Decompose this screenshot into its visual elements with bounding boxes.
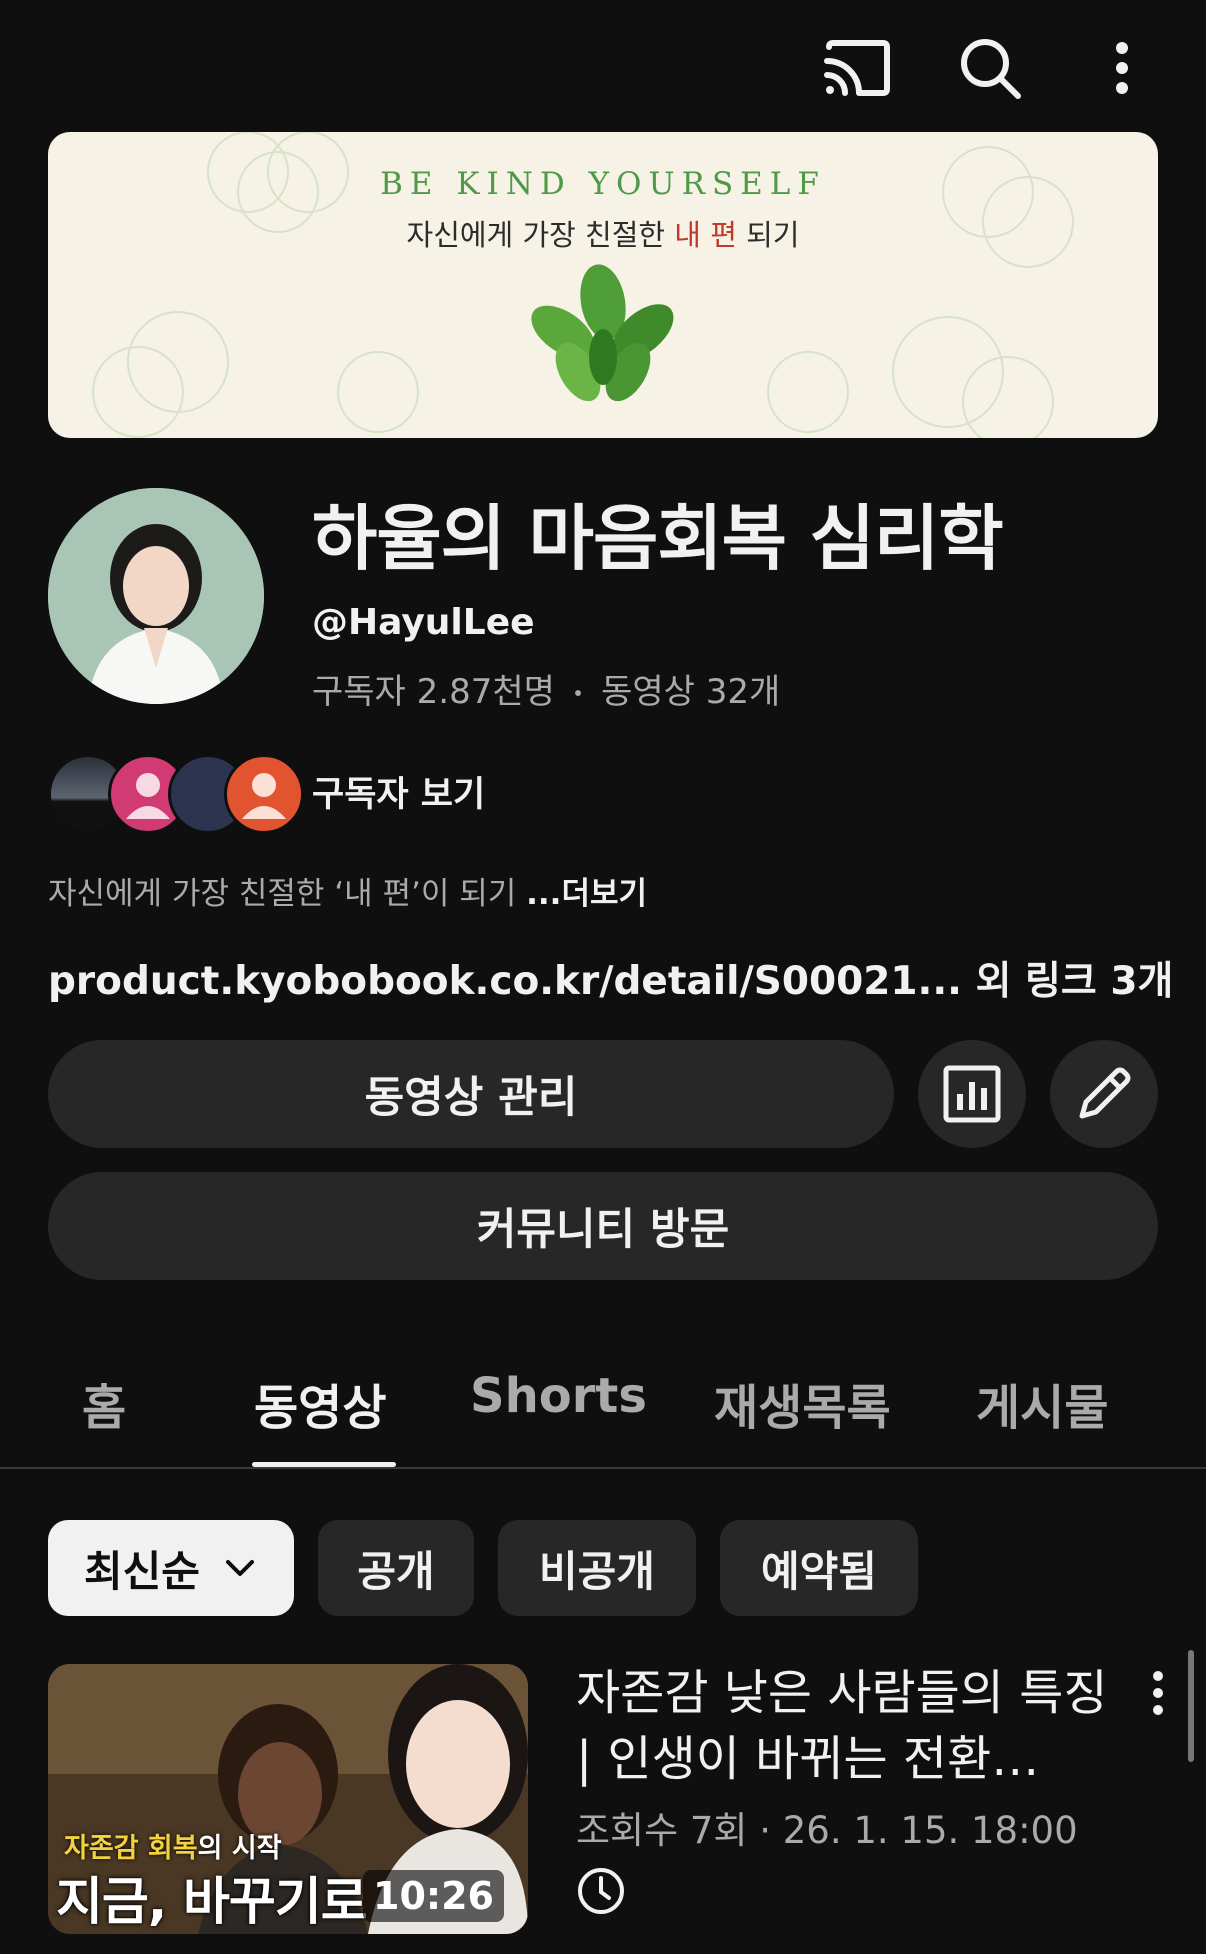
active-tab-indicator (252, 1462, 396, 1467)
banner-title: BE KIND YOURSELF (380, 166, 826, 202)
chip-public[interactable]: 공개 (318, 1520, 474, 1616)
pencil-icon (1079, 1067, 1131, 1119)
tab-divider (0, 1467, 1206, 1469)
tab-videos[interactable]: 동영상 (254, 1368, 386, 1438)
video-meta: 조회수 7회 · 26. 1. 15. 18:00 (576, 1809, 1078, 1852)
view-subscribers-link[interactable]: 구독자 보기 (312, 766, 485, 817)
more-link[interactable]: ...더보기 (526, 876, 647, 912)
clock-icon (576, 1866, 626, 1920)
more-vert-icon[interactable] (1084, 30, 1160, 106)
analytics-icon (943, 1065, 1001, 1123)
chip-scheduled[interactable]: 예약됨 (720, 1520, 918, 1616)
subscriber-avatars[interactable] (48, 754, 304, 834)
channel-stats: 구독자 2.87천명 • 동영상 32개 (312, 672, 781, 712)
video-title[interactable]: 자존감 낮은 사람들의 특징 | 인생이 바뀌는 전환… (576, 1660, 1136, 1792)
leaf-image (531, 264, 674, 402)
channel-link[interactable]: product.kyobobook.co.kr/detail/S00021...… (48, 950, 1173, 1006)
channel-name: 하율의 마음회복 심리학 (312, 497, 1004, 580)
tab-home[interactable]: 홈 (82, 1368, 126, 1438)
thumbnail-title: 지금, 바꾸기로 (56, 1873, 368, 1932)
scrollbar[interactable] (1188, 1650, 1194, 1762)
sort-dropdown[interactable]: 최신순 (48, 1520, 294, 1616)
tab-playlists[interactable]: 재생목록 (714, 1368, 891, 1438)
sort-label: 최신순 (84, 1546, 200, 1596)
banner-subtitle: 자신에게 가장 친절한 내 편 되기 (406, 218, 800, 252)
chip-private[interactable]: 비공개 (498, 1520, 696, 1616)
tab-shorts[interactable]: Shorts (470, 1368, 647, 1424)
chevron-down-icon (225, 1560, 254, 1576)
channel-description[interactable]: 자신에게 가장 친절한 ‘내 편’이 되기 ...더보기 (48, 868, 647, 913)
search-icon[interactable] (952, 30, 1028, 106)
tab-posts[interactable]: 게시물 (976, 1368, 1108, 1438)
analytics-button[interactable] (918, 1040, 1026, 1148)
channel-banner: BE KIND YOURSELF 자신에게 가장 친절한 내 편 되기 (48, 132, 1158, 438)
subscriber-avatar (224, 754, 304, 834)
video-more-icon[interactable] (1144, 1668, 1172, 1718)
video-thumbnail[interactable]: 자존감 회복의 시작 지금, 바꾸기로 10:26 (48, 1664, 528, 1934)
channel-avatar[interactable] (48, 488, 264, 704)
edit-channel-button[interactable] (1050, 1040, 1158, 1148)
visit-community-button[interactable]: 커뮤니티 방문 (48, 1172, 1158, 1280)
manage-videos-button[interactable]: 동영상 관리 (48, 1040, 894, 1148)
video-duration: 10:26 (363, 1870, 504, 1922)
cast-icon[interactable] (820, 30, 896, 106)
channel-handle: @HayulLee (312, 602, 535, 643)
